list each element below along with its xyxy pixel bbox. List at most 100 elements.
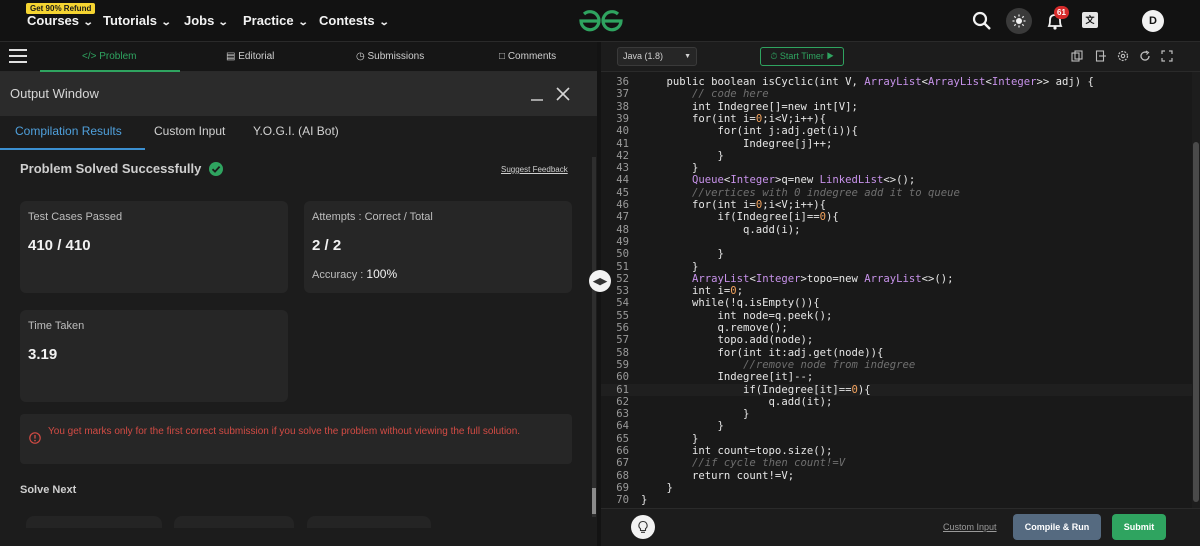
code-line[interactable]: 40 for(int j:adj.get(i)){	[601, 125, 1200, 137]
code-text[interactable]: topo.add(node);	[641, 334, 814, 346]
code-editor[interactable]: 36 public boolean isCyclic(int V, ArrayL…	[601, 72, 1200, 512]
nav-tutorials[interactable]: Tutorials ⌄	[103, 13, 172, 28]
tab-custom-input[interactable]: Custom Input	[154, 124, 225, 138]
copy-icon[interactable]	[1071, 50, 1083, 62]
code-text[interactable]: }	[641, 261, 698, 273]
panel-resize-handle[interactable]: ◀▶	[589, 270, 611, 292]
tab-problem[interactable]: </> Problem	[82, 51, 137, 62]
code-text[interactable]: Indegree[j]++;	[641, 138, 832, 150]
hamburger-menu-icon[interactable]	[9, 49, 27, 63]
close-icon[interactable]	[556, 87, 570, 101]
compile-run-button[interactable]: Compile & Run	[1013, 514, 1101, 540]
code-line[interactable]: 60 Indegree[it]--;	[601, 371, 1200, 383]
code-line[interactable]: 55 int node=q.peek();	[601, 310, 1200, 322]
code-line[interactable]: 38 int Indegree[]=new int[V];	[601, 101, 1200, 113]
code-text[interactable]: Queue<Integer>q=new LinkedList<>();	[641, 174, 915, 186]
code-text[interactable]: }	[641, 433, 698, 445]
code-line[interactable]: 65 }	[601, 433, 1200, 445]
code-line[interactable]: 61 if(Indegree[it]==0){	[601, 383, 1200, 396]
code-line[interactable]: 64 }	[601, 420, 1200, 432]
code-line[interactable]: 44 Queue<Integer>q=new LinkedList<>();	[601, 174, 1200, 186]
solve-next-item[interactable]	[307, 516, 431, 528]
code-text[interactable]: if(Indegree[i]==0){	[641, 211, 839, 223]
code-line[interactable]: 49	[601, 236, 1200, 248]
code-line[interactable]: 53 int i=0;	[601, 285, 1200, 297]
editor-scrollbar-thumb[interactable]	[1193, 142, 1199, 502]
code-text[interactable]: int Indegree[]=new int[V];	[641, 101, 858, 113]
code-text[interactable]: }	[641, 162, 698, 174]
code-line[interactable]: 68 return count!=V;	[601, 470, 1200, 482]
custom-input-link[interactable]: Custom Input	[943, 522, 997, 532]
translate-icon[interactable]: 文	[1082, 12, 1098, 28]
file-export-icon[interactable]	[1095, 50, 1107, 62]
code-text[interactable]: for(int it:adj.get(node)){	[641, 347, 884, 359]
code-text[interactable]: for(int j:adj.get(i)){	[641, 125, 858, 137]
code-line[interactable]: 63 }	[601, 408, 1200, 420]
code-line[interactable]: 54 while(!q.isEmpty()){	[601, 297, 1200, 309]
code-text[interactable]: q.remove();	[641, 322, 788, 334]
code-text[interactable]: // code here	[641, 88, 769, 100]
nav-practice[interactable]: Practice ⌄	[243, 13, 308, 28]
suggest-feedback-link[interactable]: Suggest Feedback	[501, 165, 568, 174]
code-line[interactable]: 58 for(int it:adj.get(node)){	[601, 347, 1200, 359]
code-text[interactable]: Indegree[it]--;	[641, 371, 814, 383]
code-text[interactable]: }	[641, 494, 647, 506]
code-text[interactable]: ArrayList<Integer>topo=new ArrayList<>()…	[641, 273, 954, 285]
code-text[interactable]: }	[641, 420, 724, 432]
code-line[interactable]: 46 for(int i=0;i<V;i++){	[601, 199, 1200, 211]
code-text[interactable]: }	[641, 408, 749, 420]
avatar[interactable]: D	[1142, 10, 1164, 32]
code-line[interactable]: 43 }	[601, 162, 1200, 174]
settings-gear-icon[interactable]	[1117, 50, 1129, 62]
code-text[interactable]: //remove node from indegree	[641, 359, 915, 371]
tab-comments[interactable]: □ Comments	[499, 51, 556, 62]
code-line[interactable]: 42 }	[601, 150, 1200, 162]
theme-toggle[interactable]	[1006, 8, 1032, 34]
solve-next-item[interactable]	[174, 516, 294, 528]
code-text[interactable]: //if cycle then count!=V	[641, 457, 845, 469]
solve-next-item[interactable]	[26, 516, 162, 528]
code-line[interactable]: 51 }	[601, 261, 1200, 273]
minimize-icon[interactable]	[530, 88, 544, 102]
code-line[interactable]: 69 }	[601, 482, 1200, 494]
code-line[interactable]: 57 topo.add(node);	[601, 334, 1200, 346]
language-select[interactable]: Java (1.8) ▼	[617, 47, 697, 66]
submit-button[interactable]: Submit	[1112, 514, 1166, 540]
code-line[interactable]: 47 if(Indegree[i]==0){	[601, 211, 1200, 223]
code-text[interactable]: q.add(i);	[641, 224, 800, 236]
code-text[interactable]: while(!q.isEmpty()){	[641, 297, 820, 309]
nav-jobs[interactable]: Jobs ⌄	[184, 13, 229, 28]
reset-icon[interactable]	[1139, 50, 1151, 62]
nav-courses[interactable]: Courses ⌄	[27, 13, 94, 28]
code-text[interactable]: q.add(it);	[641, 396, 833, 408]
code-text[interactable]: }	[641, 248, 724, 260]
code-text[interactable]: }	[641, 150, 724, 162]
tab-yogi-ai-bot[interactable]: Y.O.G.I. (AI Bot)	[253, 124, 339, 138]
output-scrollbar-thumb[interactable]	[592, 488, 596, 514]
code-line[interactable]: 48 q.add(i);	[601, 224, 1200, 236]
code-text[interactable]: //vertices with 0 indegree add it to que…	[641, 187, 960, 199]
code-line[interactable]: 59 //remove node from indegree	[601, 359, 1200, 371]
code-line[interactable]: 67 //if cycle then count!=V	[601, 457, 1200, 469]
code-text[interactable]: int node=q.peek();	[641, 310, 833, 322]
code-text[interactable]: if(Indegree[it]==0){	[641, 384, 871, 396]
code-line[interactable]: 50 }	[601, 248, 1200, 260]
start-timer-button[interactable]: ⏱ Start Timer ▶	[760, 47, 844, 66]
code-text[interactable]: }	[641, 482, 673, 494]
nav-contests[interactable]: Contests ⌄	[319, 13, 389, 28]
code-line[interactable]: 39 for(int i=0;i<V;i++){	[601, 113, 1200, 125]
tab-editorial[interactable]: ▤ Editorial	[226, 51, 274, 62]
geeksforgeeks-logo-icon[interactable]	[577, 8, 625, 34]
output-scrollbar[interactable]	[592, 157, 596, 517]
code-line[interactable]: 66 int count=topo.size();	[601, 445, 1200, 457]
code-text[interactable]: int i=0;	[641, 285, 743, 297]
code-line[interactable]: 37 // code here	[601, 88, 1200, 100]
code-line[interactable]: 62 q.add(it);	[601, 396, 1200, 408]
code-text[interactable]: public boolean isCyclic(int V, ArrayList…	[641, 76, 1094, 88]
tab-compilation-results[interactable]: Compilation Results	[15, 124, 122, 138]
code-line[interactable]: 41 Indegree[j]++;	[601, 138, 1200, 150]
code-text[interactable]: return count!=V;	[641, 470, 794, 482]
code-line[interactable]: 36 public boolean isCyclic(int V, ArrayL…	[601, 76, 1200, 88]
code-line[interactable]: 45 //vertices with 0 indegree add it to …	[601, 187, 1200, 199]
code-text[interactable]: int count=topo.size();	[641, 445, 832, 457]
